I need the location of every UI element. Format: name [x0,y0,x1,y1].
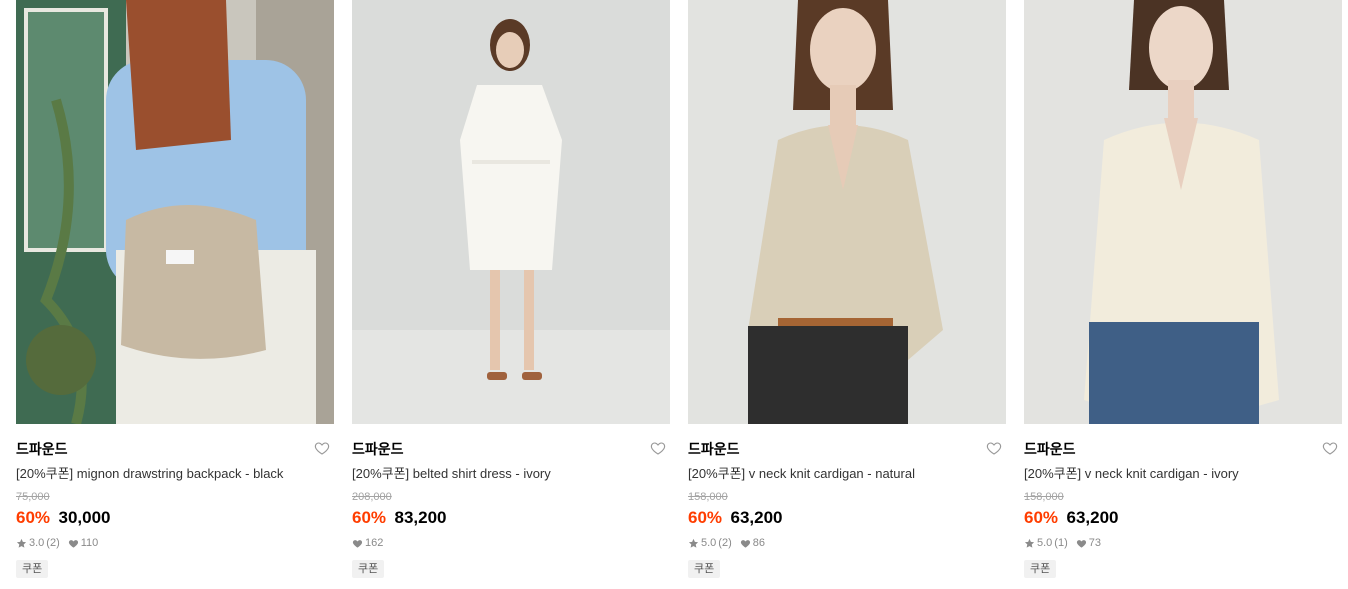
star-icon [688,538,699,548]
heart-icon [68,539,78,548]
coupon-badge: 쿠폰 [16,560,49,578]
wishlist-heart-icon[interactable] [650,440,668,458]
product-meta: 5.0 (2) 86 [688,536,1006,550]
heart-icon [1076,539,1086,548]
sale-price: 63,200 [730,508,783,527]
rating-value: 3.0 [29,537,45,549]
price-row: 60% 63,200 [688,508,1006,528]
original-price: 158,000 [1024,491,1064,503]
discount-rate: 60% [688,508,723,527]
product-image[interactable] [352,0,670,424]
product-card[interactable]: 드파운드 [20%쿠폰] v neck knit cardigan - natu… [688,0,1006,578]
price-row: 60% 83,200 [352,508,670,528]
product-name[interactable]: [20%쿠폰] mignon drawstring backpack - bla… [16,466,334,482]
like-count: 73 [1088,537,1101,549]
product-name[interactable]: [20%쿠폰] belted shirt dress - ivory [352,466,670,482]
brand-name[interactable]: 드파운드 [688,440,1006,458]
product-grid: 드파운드 [20%쿠폰] mignon drawstring backpack … [16,0,1342,578]
star-icon [16,538,27,548]
discount-rate: 60% [16,508,51,527]
product-card[interactable]: 드파운드 [20%쿠폰] mignon drawstring backpack … [16,0,334,578]
sale-price: 30,000 [58,508,111,527]
product-meta: 162 [352,536,670,550]
product-image[interactable] [688,0,1006,424]
product-meta: 5.0 (1) 73 [1024,536,1342,550]
price-row: 60% 30,000 [16,508,334,528]
original-price: 75,000 [16,491,50,503]
product-card[interactable]: 드파운드 [20%쿠폰] belted shirt dress - ivory … [352,0,670,578]
wishlist-heart-icon[interactable] [314,440,332,458]
heart-icon [352,539,363,548]
product-image[interactable] [16,0,334,424]
like-count: 86 [752,537,765,549]
discount-rate: 60% [1024,508,1059,527]
brand-name[interactable]: 드파운드 [1024,440,1342,458]
original-price: 158,000 [688,491,728,503]
brand-name[interactable]: 드파운드 [352,440,670,458]
like-count: 162 [365,537,384,549]
product-photo-cardigan-natural [688,0,1006,424]
rating-value: 5.0 [701,537,717,549]
review-count: (1) [1054,537,1068,549]
coupon-badge: 쿠폰 [352,560,385,578]
rating-value: 5.0 [1037,537,1053,549]
wishlist-heart-icon[interactable] [986,440,1004,458]
sale-price: 83,200 [394,508,447,527]
product-card[interactable]: 드파운드 [20%쿠폰] v neck knit cardigan - ivor… [1024,0,1342,578]
product-name[interactable]: [20%쿠폰] v neck knit cardigan - natural [688,466,1006,482]
product-meta: 3.0 (2) 110 [16,536,334,550]
product-photo-cardigan-ivory [1024,0,1342,424]
price-row: 60% 63,200 [1024,508,1342,528]
review-count: (2) [46,537,60,549]
product-image[interactable] [1024,0,1342,424]
review-count: (2) [718,537,732,549]
brand-name[interactable]: 드파운드 [16,440,334,458]
discount-rate: 60% [352,508,387,527]
original-price: 208,000 [352,491,392,503]
coupon-badge: 쿠폰 [1024,560,1057,578]
sale-price: 63,200 [1066,508,1119,527]
wishlist-heart-icon[interactable] [1322,440,1340,458]
heart-icon [740,539,750,548]
product-photo-backpack [16,0,334,424]
coupon-badge: 쿠폰 [688,560,721,578]
product-name[interactable]: [20%쿠폰] v neck knit cardigan - ivory [1024,466,1342,482]
product-photo-dress [352,0,670,424]
star-icon [1024,538,1035,548]
like-count: 110 [80,537,99,549]
